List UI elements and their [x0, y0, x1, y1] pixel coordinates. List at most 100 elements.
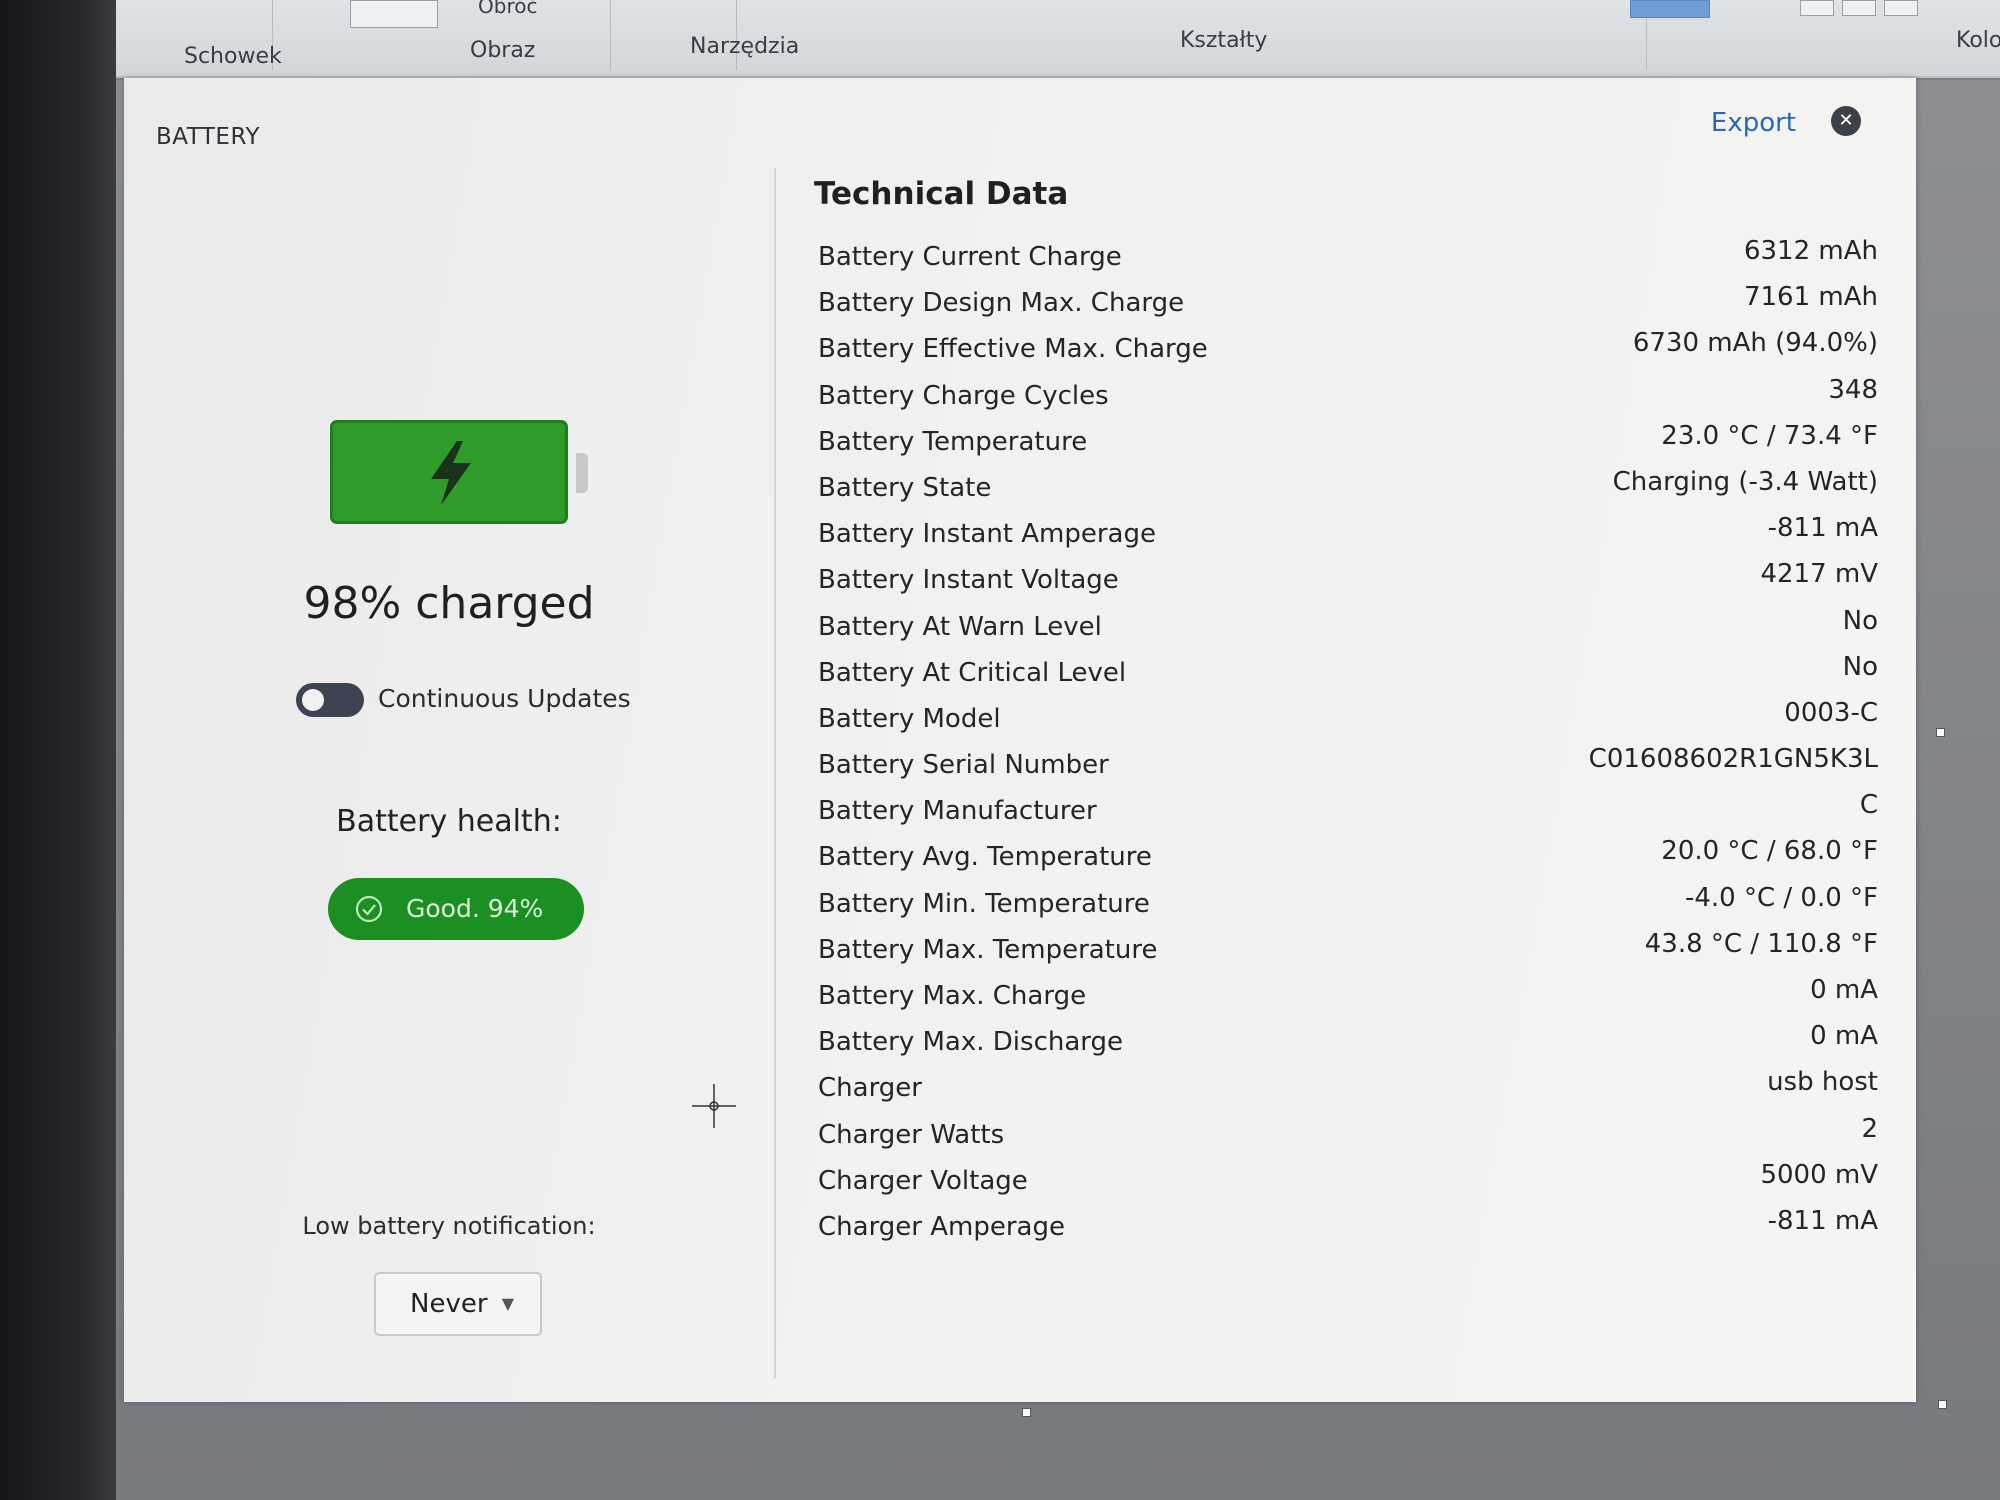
resize-handle-corner[interactable]: [1938, 1400, 1947, 1409]
technical-data-value: -4.0 °C / 0.0 °F: [1684, 882, 1878, 913]
table-row: Battery Min. Temperature -4.0 °C / 0.0 °F: [818, 883, 1878, 929]
table-row: Battery Design Max. Charge 7161 mAh: [818, 282, 1878, 328]
technical-data-value: 5000 mV: [1760, 1159, 1878, 1190]
table-row: Battery Manufacturer C: [818, 790, 1878, 836]
technical-data-label: Charger Amperage: [818, 1211, 1065, 1242]
technical-data-label: Battery Max. Charge: [818, 981, 1087, 1011]
ribbon-swatch[interactable]: [1800, 0, 1834, 16]
crosshair-cursor-icon: [692, 1084, 736, 1128]
table-row: Battery Max. Temperature 43.8 °C / 110.8 …: [818, 929, 1878, 975]
technical-data-label: Battery Current Charge: [818, 242, 1122, 272]
resize-handle-bottom[interactable]: [1022, 1408, 1031, 1417]
technical-data-value: C: [1859, 790, 1878, 821]
technical-data-label: Battery Instant Voltage: [818, 565, 1119, 596]
battery-summary-panel: 98% charged Continuous Updates Battery h…: [124, 78, 764, 1402]
technical-data-value: 43.8 °C / 110.8 °F: [1644, 928, 1878, 959]
technical-data-value: 23.0 °C / 73.4 °F: [1661, 420, 1878, 451]
technical-data-list: Battery Current Charge 6312 mAh Battery De…: [818, 236, 1878, 1252]
monitor-bezel: [0, 0, 116, 1500]
toggle-knob: [302, 689, 324, 711]
table-row: Charger Amperage -811 mA: [818, 1206, 1878, 1252]
battery-level-icon: [330, 420, 568, 524]
technical-data-label: Battery Design Max. Charge: [818, 288, 1185, 319]
technical-data-label: Charger Watts: [818, 1119, 1005, 1150]
battery-tip: [576, 453, 588, 493]
close-icon[interactable]: ✕: [1831, 106, 1861, 136]
battery-health-value: Good. 94%: [406, 894, 544, 923]
table-row: Battery Serial Number C01608602R1GN5K3L: [818, 744, 1878, 790]
technical-data-label: Charger Voltage: [818, 1165, 1028, 1196]
battery-dialog: BATTERY Export ✕ 98% charged Continuous …: [124, 78, 1916, 1402]
ribbon-group-colors: Kolo: [1956, 28, 2000, 53]
table-row: Battery Instant Voltage 4217 mV: [818, 559, 1878, 605]
technical-data-label: Charger: [818, 1073, 922, 1104]
technical-data-value: 6312 mAh: [1743, 236, 1878, 266]
table-row: Charger Voltage 5000 mV: [818, 1160, 1878, 1206]
technical-data-value: Charging (-3.4 Watt): [1612, 466, 1878, 497]
table-row: Battery Instant Amperage -811 mA: [818, 513, 1878, 559]
resize-handle-right[interactable]: [1936, 728, 1945, 737]
technical-data-label: Battery Max. Discharge: [818, 1027, 1124, 1058]
ribbon-separator: [610, 0, 611, 70]
ribbon-swatch[interactable]: [1884, 0, 1918, 16]
technical-data-label: Battery Temperature: [818, 426, 1088, 457]
technical-data-label: Battery Serial Number: [818, 750, 1109, 781]
table-row: Battery Current Charge 6312 mAh: [818, 236, 1878, 282]
charge-percentage: 98% charged: [303, 578, 595, 629]
panel-divider: [774, 168, 776, 1378]
ribbon-color1-button[interactable]: [1630, 0, 1710, 18]
table-row: Battery Temperature 23.0 °C / 73.4 °F: [818, 421, 1878, 467]
continuous-updates-toggle[interactable]: [296, 683, 364, 717]
battery-health-badge: Good. 94%: [328, 878, 584, 940]
table-row: Battery Charge Cycles 348: [818, 375, 1878, 421]
technical-data-label: Battery Min. Temperature: [818, 888, 1150, 919]
low-battery-notification-label: Low battery notification:: [302, 1212, 596, 1240]
technical-data-label: Battery Model: [818, 703, 1001, 734]
technical-data-value: -811 mA: [1767, 1205, 1878, 1236]
paint-ribbon: Obróć Schowek Obraz Narzędzia Kształty K…: [116, 0, 2000, 78]
ribbon-group-tools: Narzędzia: [690, 34, 800, 59]
technical-data-value: No: [1842, 651, 1878, 682]
battery-health-label: Battery health:: [336, 804, 562, 839]
technical-data-label: Battery Manufacturer: [818, 796, 1097, 827]
ribbon-group-shapes: Kształty: [1180, 28, 1268, 53]
table-row: Charger Watts 2: [818, 1114, 1878, 1160]
ribbon-group-image: Obraz: [470, 38, 536, 63]
technical-data-value: 0 mA: [1810, 975, 1878, 1005]
table-row: Battery Max. Charge 0 mA: [818, 975, 1878, 1021]
technical-data-value: 4217 mV: [1760, 559, 1878, 590]
ribbon-group-clipboard: Schowek: [184, 44, 282, 69]
technical-data-label: Battery Max. Temperature: [818, 934, 1158, 965]
technical-data-value: 0 mA: [1810, 1021, 1878, 1052]
technical-data-value: 7161 mAh: [1743, 282, 1878, 313]
technical-data-label: Battery State: [818, 472, 992, 503]
rotate-label[interactable]: Obróć: [478, 0, 537, 18]
table-row: Charger usb host: [818, 1067, 1878, 1113]
technical-data-value: usb host: [1767, 1067, 1878, 1098]
technical-data-value: -811 mA: [1767, 513, 1878, 544]
table-row: Battery At Critical Level No: [818, 652, 1878, 698]
export-button[interactable]: Export: [1711, 108, 1796, 138]
continuous-updates-label: Continuous Updates: [378, 684, 631, 713]
technical-data-value: 2: [1861, 1113, 1878, 1144]
technical-data-label: Battery Instant Amperage: [818, 519, 1156, 550]
check-circle-icon: [355, 895, 383, 923]
technical-data-label: Battery At Warn Level: [818, 611, 1102, 642]
table-row: Battery Model 0003-C: [818, 698, 1878, 744]
ribbon-select-dropdown[interactable]: [350, 0, 438, 28]
table-row: Battery Max. Discharge 0 mA: [818, 1021, 1878, 1067]
technical-data-label: Battery Avg. Temperature: [818, 842, 1152, 873]
technical-data-label: Battery At Critical Level: [818, 657, 1127, 688]
low-battery-notification-value: Never: [410, 1289, 488, 1319]
technical-data-value: No: [1842, 605, 1878, 636]
chevron-down-icon: ▼: [501, 1294, 514, 1313]
technical-data-value: 348: [1828, 374, 1878, 405]
table-row: Battery State Charging (-3.4 Watt): [818, 467, 1878, 513]
technical-data-value: 20.0 °C / 68.0 °F: [1661, 836, 1878, 867]
low-battery-notification-select[interactable]: Never ▼: [374, 1272, 542, 1336]
technical-data-label: Battery Effective Max. Charge: [818, 334, 1208, 365]
ribbon-swatch[interactable]: [1842, 0, 1876, 16]
table-row: Battery At Warn Level No: [818, 606, 1878, 652]
technical-data-value: 0003-C: [1784, 697, 1878, 728]
technical-data-label: Battery Charge Cycles: [818, 380, 1109, 411]
